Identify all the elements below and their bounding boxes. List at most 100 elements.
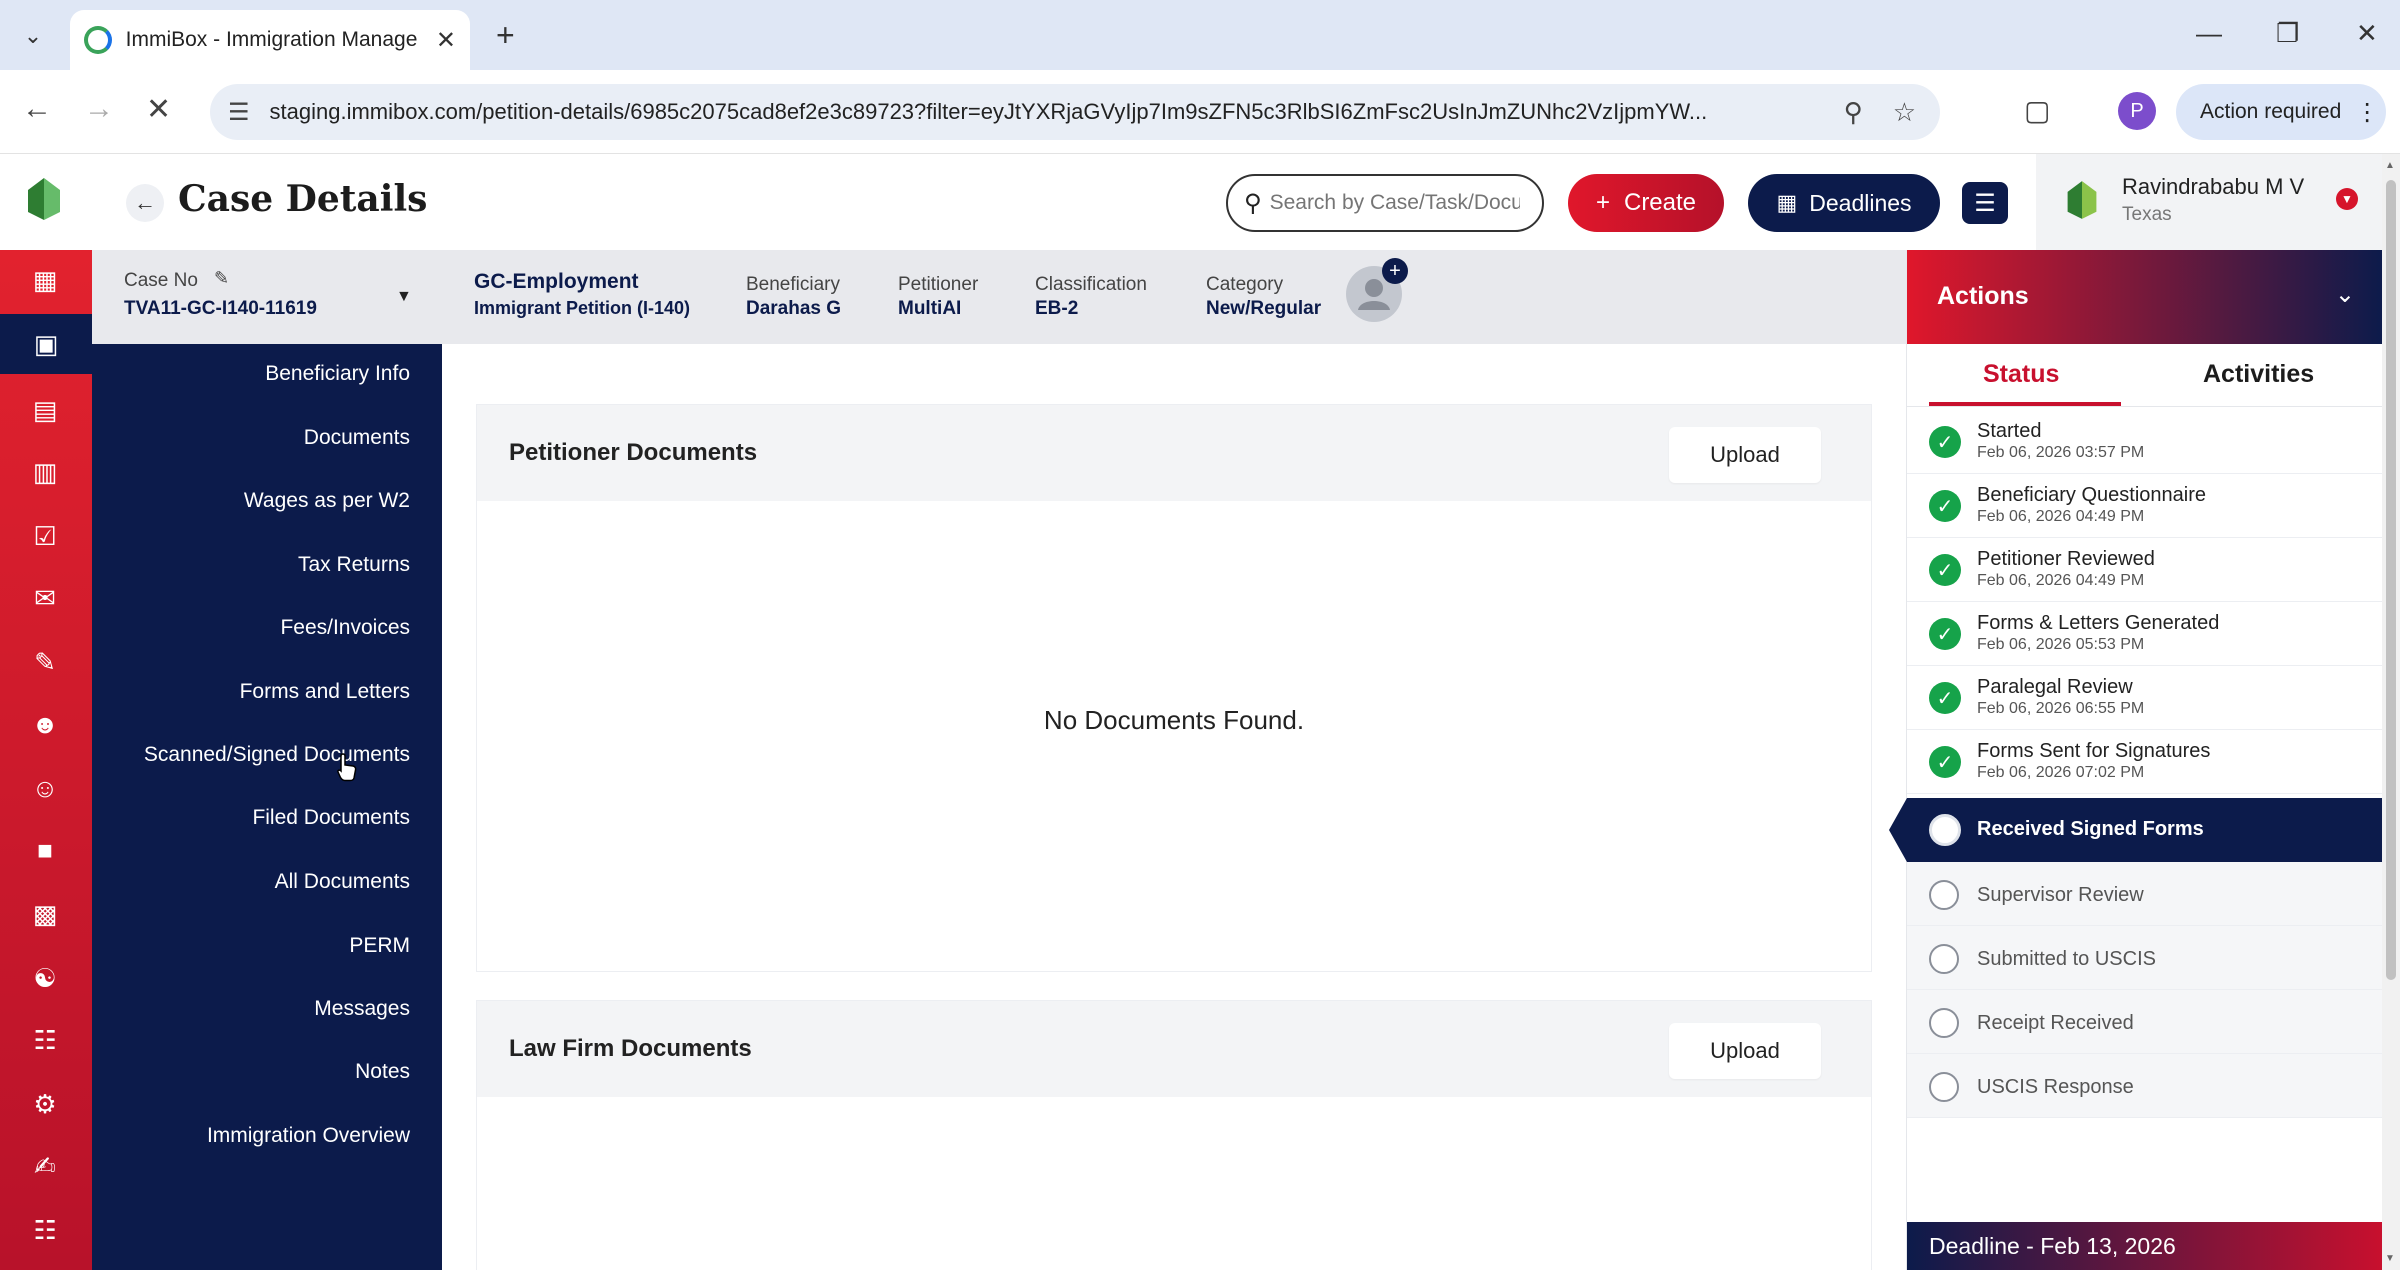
nav-all-documents[interactable]: All Documents xyxy=(275,870,410,894)
calendar-icon: ▦ xyxy=(1776,190,1798,215)
nav-filed-documents[interactable]: Filed Documents xyxy=(252,806,410,830)
classification-value: EB-2 xyxy=(1035,298,1079,319)
add-icon[interactable]: + xyxy=(1382,258,1408,284)
section-nav: Beneficiary Info Documents Wages as per … xyxy=(92,344,442,1270)
site-info-icon[interactable]: ☰ xyxy=(228,98,250,127)
step-date: Feb 06, 2026 04:49 PM xyxy=(1977,508,2145,525)
icon-rail: ▦ ▣ ▤ ▥ ☑ ✉ ✎ ☻ ☺ ■ ▩ ☯ ☷ ⚙ ✍ ☷ xyxy=(0,250,92,1270)
profile-avatar[interactable]: P xyxy=(2118,92,2156,130)
chat-icon[interactable]: ✉ xyxy=(27,580,63,616)
petitions-icon[interactable]: ▤ xyxy=(27,392,63,428)
nav-wages-w2[interactable]: Wages as per W2 xyxy=(244,489,410,513)
tab-list-chevron-icon[interactable]: ⌄ xyxy=(12,15,54,57)
url-text[interactable]: staging.immibox.com/petition-details/698… xyxy=(270,99,1814,125)
petitioner-value: MultiAI xyxy=(898,298,962,319)
mouse-cursor-icon xyxy=(337,753,357,782)
user-profile-icon[interactable]: ☯ xyxy=(27,960,63,996)
nav-scanned-signed-documents[interactable]: Scanned/Signed Documents xyxy=(144,743,410,767)
team-icon[interactable]: ⚙ xyxy=(27,1086,63,1122)
window-close-icon[interactable]: ✕ xyxy=(2356,18,2378,49)
extensions-icon[interactable]: ▢ xyxy=(2024,94,2050,127)
back-arrow-icon[interactable]: ← xyxy=(22,92,52,126)
search-input[interactable] xyxy=(1269,191,1520,215)
scroll-down-icon[interactable]: ▼ xyxy=(2385,1253,2395,1264)
forward-arrow-icon[interactable]: → xyxy=(84,92,114,126)
more-menu-icon[interactable]: ⋮ xyxy=(2355,98,2379,127)
check-circle-icon: ✓ xyxy=(1929,490,1961,522)
employee-icon[interactable]: ☺ xyxy=(27,770,63,806)
nav-forms-letters[interactable]: Forms and Letters xyxy=(240,680,410,704)
chevron-down-icon[interactable]: ▼ xyxy=(2336,188,2358,210)
nav-perm[interactable]: PERM xyxy=(349,934,410,958)
step-name: Beneficiary Questionnaire xyxy=(1977,484,2207,506)
favicon-icon xyxy=(84,26,112,54)
browser-tab[interactable]: ImmiBox - Immigration Manage ✕ xyxy=(70,10,470,70)
bookmark-star-icon[interactable]: ☆ xyxy=(1893,97,1916,128)
user-menu[interactable]: Ravindrababu M V Texas ▼ xyxy=(2036,154,2400,250)
tasks-icon[interactable]: ☑ xyxy=(27,518,63,554)
restore-icon[interactable]: ❐ xyxy=(2276,18,2299,49)
actions-header[interactable]: Actions ⌄ xyxy=(1907,250,2383,344)
tab-status[interactable]: Status xyxy=(1983,360,2059,389)
back-button[interactable]: ← xyxy=(126,184,164,222)
nav-messages[interactable]: Messages xyxy=(314,997,410,1021)
deadline-banner[interactable]: Deadline - Feb 13, 2026 xyxy=(1907,1222,2383,1270)
nav-beneficiary-info[interactable]: Beneficiary Info xyxy=(265,362,410,386)
status-step-pending[interactable]: Receipt Received xyxy=(1907,990,2383,1054)
chevron-down-icon[interactable]: ⌄ xyxy=(2335,280,2355,309)
step-name: Forms & Letters Generated xyxy=(1977,612,2220,634)
status-step: ✓ Forms & Letters Generated Feb 06, 2026… xyxy=(1907,602,2383,666)
petitioner-upload-button[interactable]: Upload xyxy=(1669,427,1821,483)
nav-notes[interactable]: Notes xyxy=(355,1060,410,1084)
calendar-settings-icon[interactable]: ☷ xyxy=(27,1212,63,1248)
deadlines-button[interactable]: ▦ Deadlines xyxy=(1748,174,1940,232)
check-circle-icon: ✓ xyxy=(1929,682,1961,714)
clipboard-icon[interactable]: ✎ xyxy=(27,644,63,680)
app-header: ← Case Details ⚲ + Create ▦ Deadlines ☰ … xyxy=(0,154,2400,250)
new-tab-icon[interactable]: + xyxy=(496,17,515,54)
law-firm-upload-button[interactable]: Upload xyxy=(1669,1023,1821,1079)
step-name: Paralegal Review xyxy=(1977,676,2133,698)
edit-doc-icon[interactable]: ✍ xyxy=(27,1148,63,1184)
nav-immigration-overview[interactable]: Immigration Overview xyxy=(207,1124,410,1148)
app-logo[interactable] xyxy=(24,176,64,222)
global-search[interactable]: ⚲ xyxy=(1226,174,1544,232)
zoom-icon[interactable]: ⚲ xyxy=(1844,97,1863,128)
messages-icon[interactable]: ☰ xyxy=(1962,182,2008,224)
minimize-icon[interactable]: — xyxy=(2196,18,2222,49)
address-bar[interactable]: ☰ staging.immibox.com/petition-details/6… xyxy=(210,84,1940,140)
status-step-pending[interactable]: USCIS Response xyxy=(1907,1054,2383,1118)
report-icon[interactable]: ▩ xyxy=(27,896,63,932)
nav-fees-invoices[interactable]: Fees/Invoices xyxy=(280,616,410,640)
nav-tax-returns[interactable]: Tax Returns xyxy=(298,553,410,577)
page-scrollbar[interactable]: ▲ ▼ xyxy=(2382,154,2400,1270)
petitioner-documents-header: Petitioner Documents Upload xyxy=(477,405,1871,501)
beneficiary-icon[interactable]: ☻ xyxy=(27,706,63,742)
tab-activities[interactable]: Activities xyxy=(2203,360,2314,389)
browser-tab-bar: ⌄ ImmiBox - Immigration Manage ✕ + — ❐ ✕ xyxy=(0,0,2400,70)
add-assignee-avatar[interactable]: + xyxy=(1346,258,1408,322)
ledger-icon[interactable]: ☷ xyxy=(27,1022,63,1058)
scroll-up-icon[interactable]: ▲ xyxy=(2385,160,2395,171)
status-step-pending[interactable]: Submitted to USCIS xyxy=(1907,926,2383,990)
scrollbar-thumb[interactable] xyxy=(2386,180,2396,980)
documents-icon[interactable]: ▥ xyxy=(27,454,63,490)
stop-loading-icon[interactable]: ✕ xyxy=(146,92,171,127)
create-button[interactable]: + Create xyxy=(1568,174,1724,232)
case-number: TVA11-GC-I140-11619 xyxy=(124,298,317,319)
case-dropdown-icon[interactable]: ▼ xyxy=(396,288,412,306)
dashboard-icon[interactable]: ▦ xyxy=(27,262,63,298)
status-step-pending[interactable]: Supervisor Review xyxy=(1907,862,2383,926)
cases-icon[interactable]: ▣ xyxy=(0,314,92,374)
case-no-label: Case No xyxy=(124,270,198,291)
action-required-button[interactable]: Action required ⋮ xyxy=(2176,84,2386,140)
petitioner-label: Petitioner xyxy=(898,274,979,295)
status-step-current[interactable]: Received Signed Forms xyxy=(1889,798,2383,862)
beneficiary-label: Beneficiary xyxy=(746,274,840,295)
folder-icon[interactable]: ■ xyxy=(27,832,63,868)
tab-close-icon[interactable]: ✕ xyxy=(436,26,456,55)
nav-documents[interactable]: Documents xyxy=(304,426,410,450)
law-firm-documents-title: Law Firm Documents xyxy=(509,1035,752,1062)
edit-pencil-icon[interactable]: ✎ xyxy=(214,268,229,289)
deadlines-label: Deadlines xyxy=(1809,189,1912,216)
